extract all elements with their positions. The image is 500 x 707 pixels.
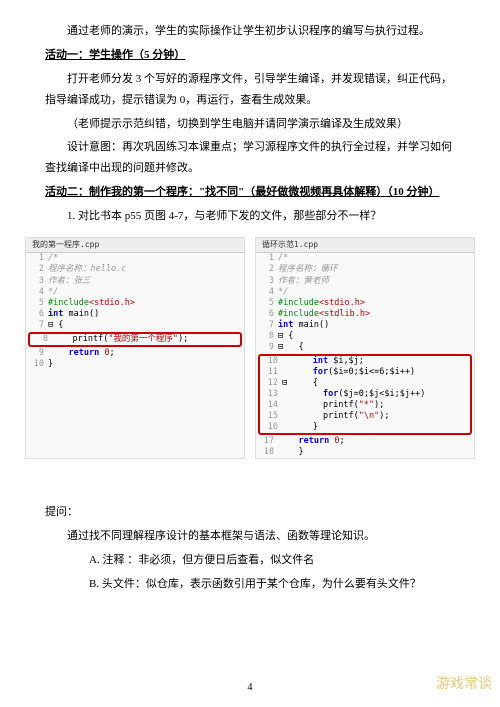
code-comparison: 我的第一程序.cpp 1/* 2程序名称：hello.c 3作者：张三 4*/ … [25,237,475,459]
watermark: 游戏常谈 [436,672,492,699]
code1-highlight: 8 printf("我的第一个程序"); [28,332,242,347]
page-number: 4 [0,678,500,697]
question-p1: 通过找不同理解程序设计的基本框架与语法、函数等理论知识。 [45,526,455,547]
code2-highlight: 10 int $i,$j; 11 for($i=0;$i<=6;$i++) 12… [258,354,472,435]
code-block-2: 循环示范1.cpp 1/* 2程序名称：循环 3作者：黄老师 4*/ 5#inc… [255,237,475,459]
activity2-title: 活动二：制作我的第一个程序："找不同"（最好做微视频再具体解释）（10 分钟） [45,182,455,203]
question-title: 提问： [45,502,455,523]
activity2-q1: 1. 对比书本 p55 页图 4-7，与老师下发的文件，那些部分不一样？ [45,206,455,227]
question-b: B. 头文件：似仓库，表示函数引用于某个仓库，为什么要有头文件？ [45,574,455,595]
activity1-para2: （老师提示示范纠错，切换到学生电脑并请同学演示编译及生成效果） [45,114,455,135]
question-a: A. 注释 ：非必须，但方便日后查看，似文件名 [45,550,455,571]
activity1-para3: 设计意图：再次巩固练习本课重点；学习源程序文件的执行全过程，并学习如何查找编译中… [45,137,455,179]
activity1-para1: 打开老师分发 3 个写好的源程序文件，引导学生编译，并发现错误，纠正代码，指导编… [45,69,455,111]
code1-tab: 我的第一程序.cpp [26,238,244,253]
intro-text: 通过老师的演示，学生的实际操作让学生初步认识程序的编写与执行过程。 [45,21,455,42]
activity1-title: 活动一：学生操作（5 分钟） [45,45,455,66]
code-block-1: 我的第一程序.cpp 1/* 2程序名称：hello.c 3作者：张三 4*/ … [25,237,245,459]
code2-tab: 循环示范1.cpp [256,238,474,253]
